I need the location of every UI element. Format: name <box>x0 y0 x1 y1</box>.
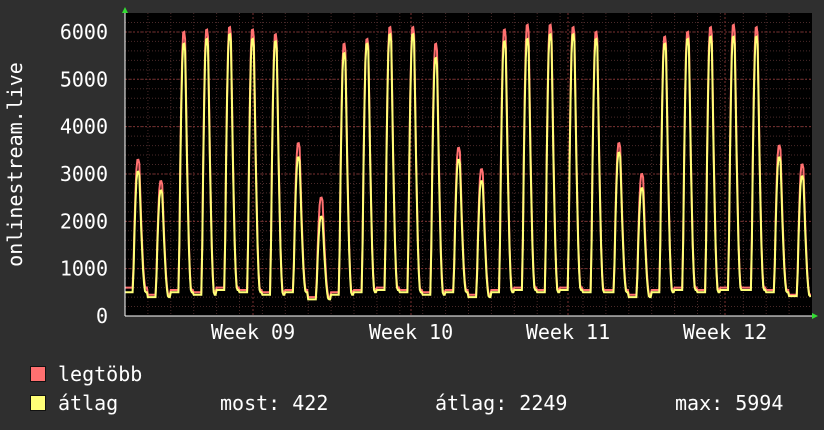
chart-panel: 0 1000 2000 3000 4000 5000 6000 Week 09 Week 10 W… <box>0 0 824 430</box>
line-chart: 0 1000 2000 3000 4000 5000 6000 Week 09 Week 10 W… <box>3 7 818 344</box>
legend-item-max: legtöbb <box>30 362 142 386</box>
legend-label-avg: átlag <box>58 391 119 415</box>
y-tick-label: 1000 <box>60 257 108 281</box>
x-axis-arrow <box>812 313 818 319</box>
y-axis-arrow <box>122 7 128 13</box>
y-axis-label: onlinestream.live <box>3 62 27 267</box>
stat-average: átlag: 2249 <box>435 391 568 415</box>
y-tick-label: 6000 <box>60 20 108 44</box>
legend-label-max: legtöbb <box>58 362 143 386</box>
y-tick-label: 2000 <box>60 209 108 233</box>
stat-now: most: 422 <box>220 391 329 415</box>
y-tick-label: 3000 <box>60 162 108 186</box>
x-tick-label: Week 12 <box>683 320 767 344</box>
x-tick-label: Week 09 <box>211 320 295 344</box>
legend-swatch-max <box>30 366 46 382</box>
x-tick-label: Week 10 <box>369 320 453 344</box>
y-tick-label: 5000 <box>60 67 108 91</box>
legend-item-avg: átlag <box>30 391 118 415</box>
y-tick-label: 0 <box>96 304 108 328</box>
stat-max: max: 5994 <box>675 391 784 415</box>
legend-swatch-avg <box>30 395 46 411</box>
x-tick-label: Week 11 <box>526 320 610 344</box>
y-tick-label: 4000 <box>60 115 108 139</box>
